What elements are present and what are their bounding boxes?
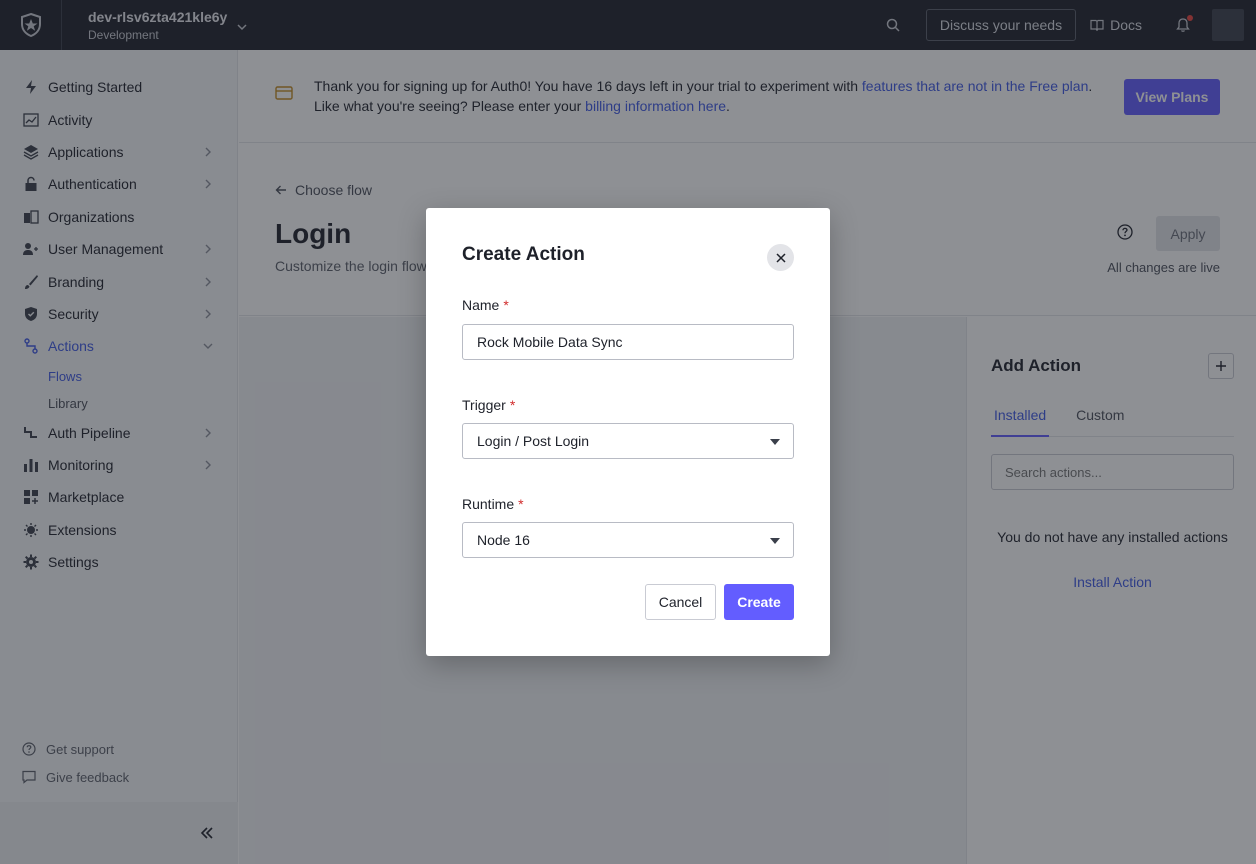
close-icon bbox=[775, 252, 786, 263]
caret-down-icon bbox=[770, 439, 780, 445]
cancel-button[interactable]: Cancel bbox=[645, 584, 716, 620]
required-mark: * bbox=[503, 297, 509, 313]
name-field-label: Name * bbox=[462, 297, 509, 313]
close-dialog-button[interactable] bbox=[767, 244, 794, 271]
trigger-select[interactable]: Login / Post Login bbox=[462, 423, 794, 459]
runtime-selected-value: Node 16 bbox=[477, 532, 530, 548]
trigger-label-text: Trigger bbox=[462, 397, 506, 413]
trigger-selected-value: Login / Post Login bbox=[477, 433, 590, 449]
create-action-dialog: Create Action Name* Trigger* Login / Pos… bbox=[426, 208, 830, 656]
runtime-field-label: Runtime * bbox=[462, 496, 524, 512]
action-name-input[interactable] bbox=[462, 324, 794, 360]
trigger-field-label: Trigger * bbox=[462, 397, 515, 413]
dialog-title: Create Action bbox=[462, 244, 585, 265]
required-mark: * bbox=[509, 397, 516, 413]
runtime-select[interactable]: Node 16 bbox=[462, 522, 794, 558]
caret-down-icon bbox=[770, 538, 780, 544]
create-button[interactable]: Create bbox=[724, 584, 794, 620]
name-label-text: Name bbox=[462, 297, 500, 313]
runtime-label-text: Runtime bbox=[462, 496, 515, 512]
required-mark: * bbox=[518, 496, 524, 512]
